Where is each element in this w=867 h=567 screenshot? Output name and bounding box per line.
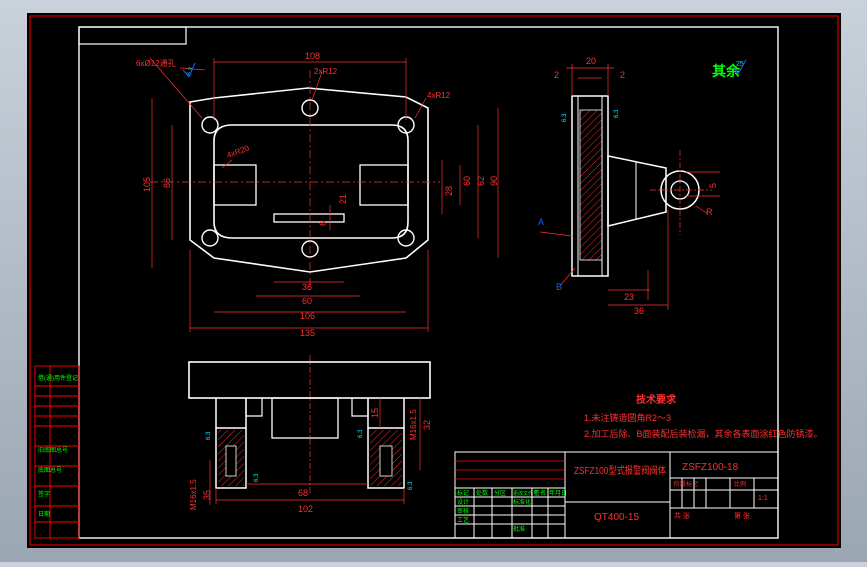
dim-m16-left: M16x1.5: [189, 479, 198, 510]
roughness-side-right: 6.3: [614, 109, 620, 118]
dim-36: 36: [302, 282, 312, 292]
dim-135: 135: [300, 328, 315, 338]
dim-102: 102: [298, 504, 313, 514]
dim-60-bottom: 60: [302, 296, 312, 306]
roughness-front-2: 6.3: [358, 429, 364, 438]
material: QT400-15: [594, 512, 639, 523]
tech-item-2: 2.加工后除、B面装配后装检漏，其余各表面涂红色防锈漆。: [584, 428, 823, 439]
dim-21: 21: [338, 194, 348, 204]
dim-62: 62: [476, 176, 486, 186]
dim-35: 35: [202, 490, 212, 500]
tb-cell-6: 年月日: [549, 489, 567, 497]
sheet-current: 第 张: [734, 511, 750, 520]
tb-cell-2: 处数: [476, 489, 488, 497]
dim-6: 6: [318, 221, 328, 226]
dim-105: 105: [142, 177, 152, 192]
sheet-total: 共 张: [674, 511, 690, 520]
dim-23: 23: [624, 292, 634, 302]
roughness-side-left: 6.3: [562, 113, 568, 122]
tb-cell-3: 分区: [494, 489, 506, 497]
left-row-4: 签字: [38, 490, 50, 498]
dim-68: 68: [298, 488, 308, 498]
dim-20: 20: [586, 56, 596, 66]
dim-2xr12: 2xR12: [314, 67, 338, 76]
cad-viewport[interactable]: 108 2xR12 6xØ12通孔 4xR12 4xR20 105 86 60 …: [0, 0, 867, 562]
tb-cell-1: 标记: [457, 489, 469, 497]
dim-108: 108: [305, 51, 320, 61]
label-a: A: [538, 217, 544, 227]
dim-106: 106: [300, 311, 315, 321]
scale-value: 1:1: [758, 495, 768, 502]
scale-label: 比例: [734, 480, 746, 488]
tb-role-1: 设计: [457, 498, 469, 506]
label-b: B: [556, 282, 562, 292]
tb-cell-5: 签名: [534, 489, 546, 497]
dim-2-left: 2: [554, 70, 559, 80]
dim-4xr12: 4xR12: [427, 91, 451, 100]
dim-2-right: 2: [620, 70, 625, 80]
dim-m16-right: M16x1.5: [409, 409, 418, 440]
left-row-1: 借(通)用件登记: [38, 374, 78, 382]
tb-role-3: 审核: [457, 507, 469, 515]
tech-item-1: 1.未注铸造圆角R2～3: [584, 412, 671, 423]
dim-5: 5: [708, 183, 718, 188]
tech-title: 技术要求: [636, 393, 677, 406]
tb-role-4: 工艺: [457, 516, 469, 524]
dim-6x12: 6xØ12通孔: [136, 58, 176, 68]
left-row-5: 日期: [38, 510, 50, 518]
left-row-3: 底图总号: [38, 466, 62, 474]
roughness-front-3: 6.3: [254, 473, 260, 482]
dim-36-side: 36: [634, 306, 644, 316]
dim-86: 86: [162, 178, 172, 188]
dim-32: 32: [422, 420, 432, 430]
part-name: ZSFZ100型式报警阀阀体: [574, 464, 666, 477]
drawing-number: ZSFZ100-18: [682, 462, 739, 473]
roughness-front-4: 6.3: [408, 481, 414, 490]
dim-28: 28: [444, 186, 454, 196]
tb-role-5: 批准: [513, 525, 525, 533]
dim-r: R: [706, 207, 713, 217]
tb-role-2: 标准化: [513, 498, 531, 506]
roughness-note-value: 25: [736, 61, 744, 68]
stage-label: 阶段标记: [674, 480, 698, 488]
left-row-2: 旧底图总号: [38, 446, 68, 454]
dim-60-right: 60: [462, 176, 472, 186]
dim-15: 15: [370, 408, 380, 418]
roughness-front-1: 6.3: [206, 431, 212, 440]
dim-90: 90: [489, 176, 499, 186]
